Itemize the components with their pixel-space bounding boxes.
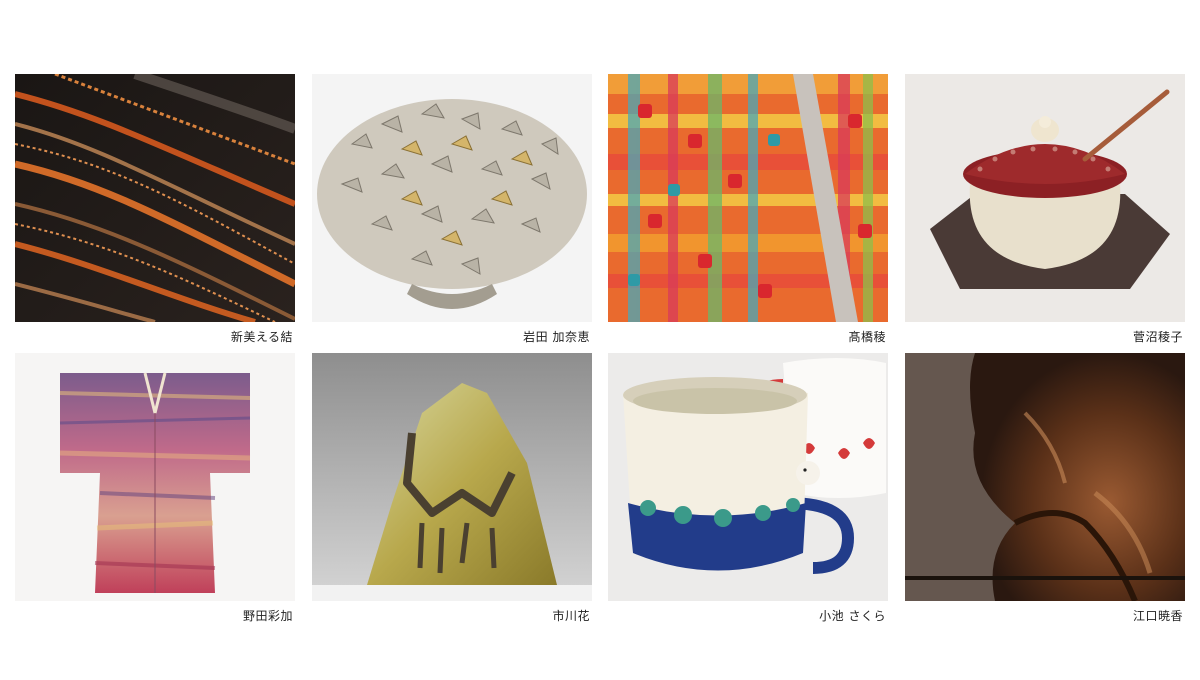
lidded-ceramic-jar-image[interactable] — [905, 74, 1185, 322]
artwork-card[interactable]: 新美える結 — [15, 74, 295, 352]
artwork-card[interactable]: 野田彩加 — [15, 353, 295, 631]
metal-butterfly-sculpture-image[interactable] — [312, 74, 592, 322]
artist-name: 市川花 — [552, 609, 590, 623]
colorful-woven-textile-image[interactable] — [608, 74, 888, 322]
lidded-ceramic-jar-icon — [905, 74, 1185, 322]
artwork-card[interactable]: 菅沼稜子 — [905, 74, 1185, 352]
artist-name: 菅沼稜子 — [1132, 330, 1183, 344]
artist-name: 江口暁香 — [1132, 609, 1183, 623]
artwork-card[interactable]: 岩田 加奈恵 — [312, 74, 592, 352]
artwork-card[interactable]: 髙橋稜 — [608, 74, 888, 352]
colorful-woven-textile-icon — [608, 74, 888, 322]
artist-name: 髙橋稜 — [848, 330, 886, 344]
artist-name: 野田彩加 — [242, 609, 293, 623]
dyed-kimono-image[interactable] — [15, 353, 295, 601]
artwork-card[interactable]: 市川花 — [312, 353, 592, 631]
artwork-card[interactable]: 江口暁香 — [905, 353, 1185, 631]
artwork-gallery: 新美える結 岩田 加奈恵 髙橋稜 菅沼稜子 野田彩加 市川花 小池 さくら 江口… — [15, 74, 1185, 648]
metal-butterfly-sculpture-icon — [312, 74, 592, 322]
artwork-card[interactable]: 小池 さくら — [608, 353, 888, 631]
gold-glass-sculpture-image[interactable] — [312, 353, 592, 601]
dyed-kimono-icon — [15, 353, 295, 601]
dark-silk-waves-image[interactable] — [15, 74, 295, 322]
gold-glass-sculpture-icon — [312, 353, 592, 601]
wooden-figure-sculpture-icon — [905, 353, 1185, 601]
artist-name: 岩田 加奈恵 — [523, 330, 590, 344]
artist-name: 小池 さくら — [819, 609, 886, 623]
ceramic-mugs-image[interactable] — [608, 353, 888, 601]
artist-name: 新美える結 — [230, 330, 293, 344]
ceramic-mugs-icon — [608, 353, 888, 601]
dark-silk-waves-icon — [15, 74, 295, 322]
wooden-figure-sculpture-image[interactable] — [905, 353, 1185, 601]
